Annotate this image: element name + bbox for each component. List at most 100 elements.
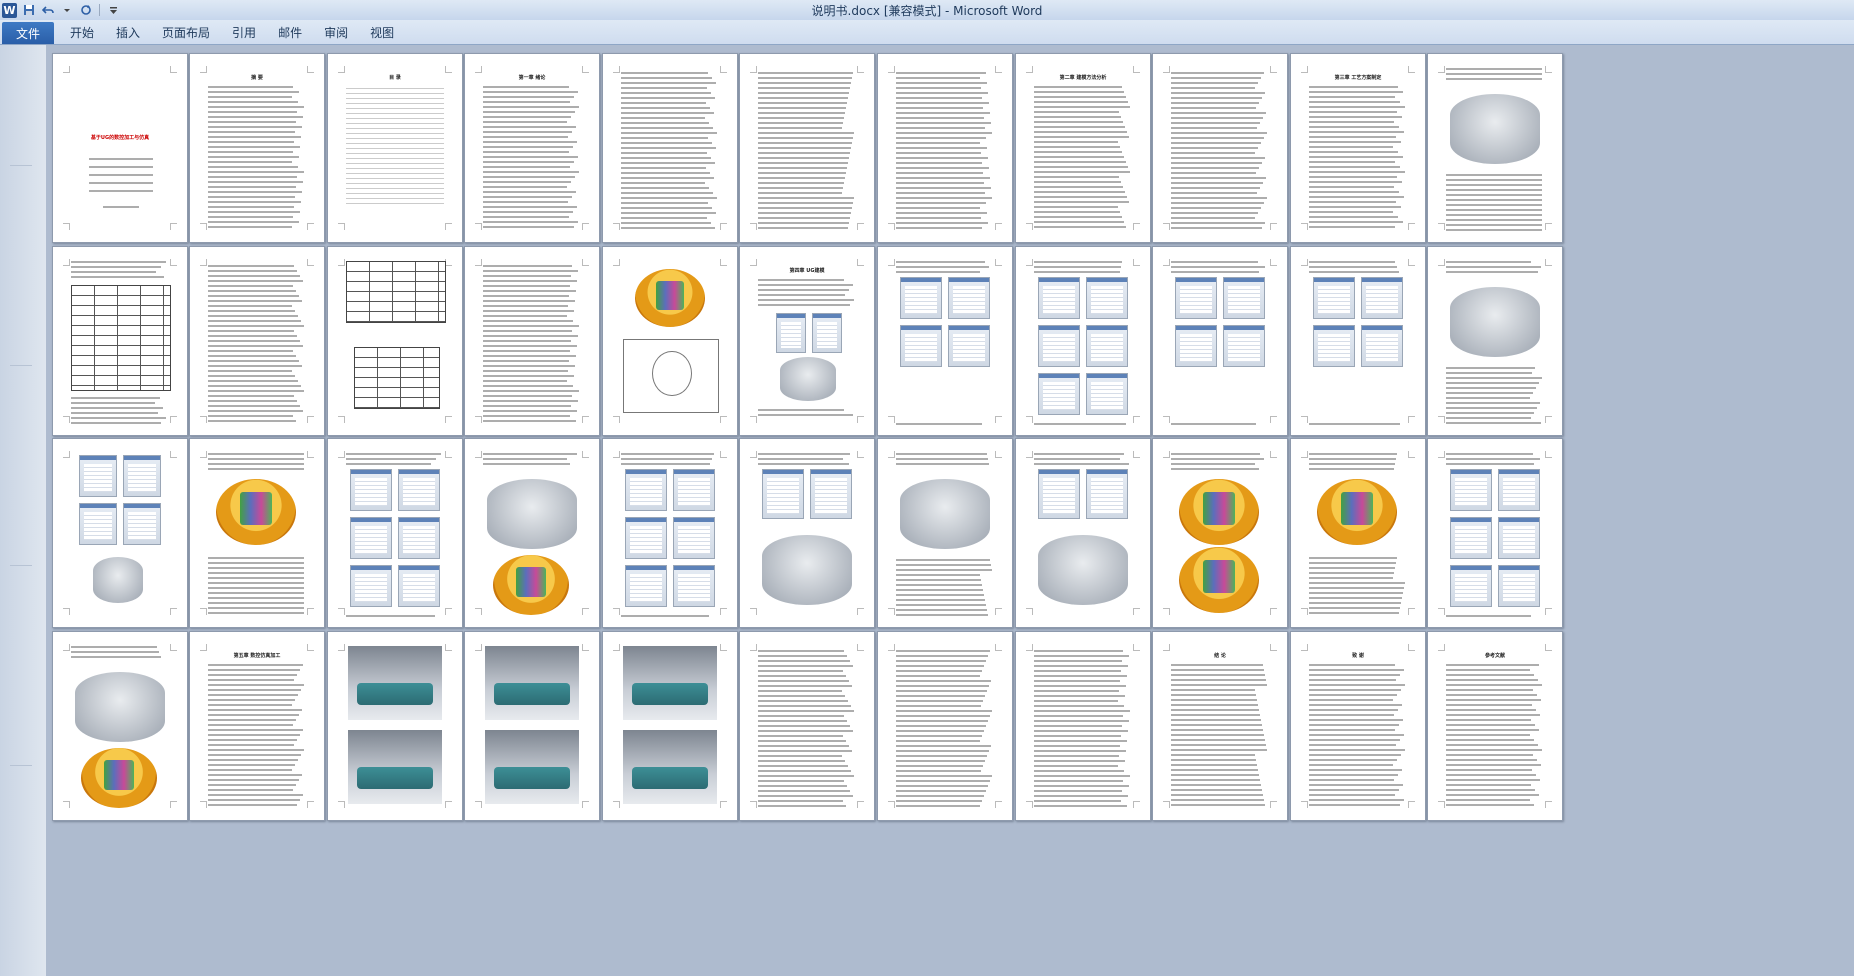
document-page[interactable] <box>739 53 875 243</box>
document-page[interactable] <box>1015 438 1151 628</box>
crop-mark <box>1270 608 1277 615</box>
text-line <box>483 320 573 322</box>
document-page[interactable] <box>1152 246 1288 436</box>
crop-mark <box>1163 66 1170 73</box>
text-line <box>621 212 716 214</box>
text-line <box>1171 749 1267 751</box>
text-line <box>208 395 294 397</box>
document-page[interactable]: 目 录 <box>327 53 463 243</box>
text-line <box>1446 271 1538 273</box>
tab-insert[interactable]: 插入 <box>116 24 140 41</box>
text-line <box>896 152 981 154</box>
text-line <box>1171 127 1257 129</box>
document-pages-area[interactable]: 基于UG的数控加工与仿真 摘 要 目 录 第一章 绪论 第二章 建模方法分析 第三章 工艺… <box>46 45 1854 976</box>
document-page[interactable] <box>327 438 463 628</box>
document-page[interactable]: 第一章 绪论 <box>464 53 600 243</box>
document-page[interactable]: 结 论 <box>1152 631 1288 821</box>
text-line <box>621 87 707 89</box>
document-page[interactable]: 第三章 工艺方案制定 <box>1290 53 1426 243</box>
text-line <box>896 97 982 99</box>
tab-review[interactable]: 审阅 <box>324 24 348 41</box>
toc-entry-line <box>346 183 444 184</box>
document-page[interactable] <box>877 53 1013 243</box>
text-line <box>1446 199 1542 201</box>
text-line <box>208 295 299 297</box>
document-page[interactable] <box>739 438 875 628</box>
document-page[interactable] <box>189 246 325 436</box>
text-line <box>483 126 576 128</box>
document-page[interactable] <box>52 246 188 436</box>
document-page[interactable]: 参考文献 <box>1427 631 1563 821</box>
crop-mark <box>720 644 727 651</box>
document-page[interactable] <box>877 438 1013 628</box>
tab-home[interactable]: 开始 <box>70 24 94 41</box>
tab-mailings[interactable]: 邮件 <box>278 24 302 41</box>
text-line <box>758 750 852 752</box>
crop-mark <box>613 66 620 73</box>
document-page[interactable] <box>189 438 325 628</box>
text-line <box>483 335 578 337</box>
document-page[interactable] <box>464 246 600 436</box>
text-line <box>1309 679 1396 681</box>
text-line <box>896 137 986 139</box>
document-page[interactable] <box>464 438 600 628</box>
document-page[interactable] <box>464 631 600 821</box>
text-line <box>758 167 847 169</box>
document-page[interactable] <box>1427 438 1563 628</box>
document-page[interactable] <box>877 246 1013 436</box>
text-line <box>1171 674 1265 676</box>
text-line <box>1309 111 1397 113</box>
screenshot-figure <box>1498 565 1540 607</box>
text-line <box>758 735 843 737</box>
tab-page-layout[interactable]: 页面布局 <box>162 24 210 41</box>
document-page[interactable] <box>327 246 463 436</box>
text-line <box>1034 116 1121 118</box>
document-page[interactable] <box>602 438 738 628</box>
text-line <box>483 355 576 357</box>
document-page[interactable]: 致 谢 <box>1290 631 1426 821</box>
document-page[interactable] <box>1427 53 1563 243</box>
text-line <box>1309 181 1402 183</box>
document-page[interactable] <box>1015 631 1151 821</box>
document-page[interactable] <box>1152 438 1288 628</box>
document-page[interactable] <box>52 438 188 628</box>
document-page[interactable] <box>327 631 463 821</box>
document-page[interactable]: 第四章 UG建模 <box>739 246 875 436</box>
document-page[interactable] <box>877 631 1013 821</box>
document-page[interactable]: 基于UG的数控加工与仿真 <box>52 53 188 243</box>
text-line <box>1446 458 1540 460</box>
document-page[interactable] <box>739 631 875 821</box>
text-line <box>208 131 295 133</box>
document-page[interactable] <box>1015 246 1151 436</box>
document-page[interactable]: 第五章 数控仿真加工 <box>189 631 325 821</box>
data-table <box>71 285 171 391</box>
text-line <box>621 117 705 119</box>
tab-references[interactable]: 引用 <box>232 24 256 41</box>
crop-mark <box>1301 644 1308 651</box>
document-page[interactable]: 第二章 建模方法分析 <box>1015 53 1151 243</box>
crop-mark <box>307 259 314 266</box>
document-page[interactable] <box>1290 246 1426 436</box>
document-page[interactable] <box>52 631 188 821</box>
crop-mark <box>995 416 1002 423</box>
tab-view[interactable]: 视图 <box>370 24 394 41</box>
text-line <box>621 453 714 455</box>
text-line <box>1171 172 1256 174</box>
text-line <box>208 769 292 771</box>
document-page[interactable]: 摘 要 <box>189 53 325 243</box>
document-page[interactable] <box>1152 53 1288 243</box>
data-table <box>346 261 446 323</box>
document-page[interactable] <box>602 631 738 821</box>
toc-entry-line <box>346 188 444 189</box>
tab-file[interactable]: 文件 <box>2 22 54 44</box>
text-line <box>208 126 302 128</box>
text-line <box>208 111 297 113</box>
text-line <box>208 290 296 292</box>
document-page[interactable] <box>1427 246 1563 436</box>
document-page[interactable] <box>1290 438 1426 628</box>
screenshot-figure <box>625 565 667 607</box>
document-page[interactable] <box>602 246 738 436</box>
text-line <box>1446 224 1542 226</box>
text-line <box>621 463 710 465</box>
document-page[interactable] <box>602 53 738 243</box>
